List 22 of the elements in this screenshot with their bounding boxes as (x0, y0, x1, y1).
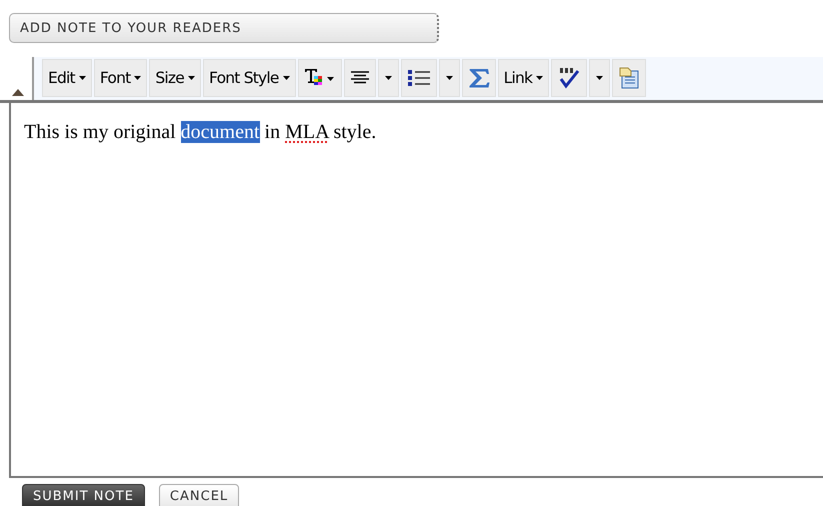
spellcheck-icon[interactable] (551, 59, 588, 97)
caret-icon (282, 76, 290, 80)
submit-button[interactable]: SUBMIT NOTE (22, 484, 145, 506)
toolbar-menu[interactable]: Link (498, 59, 550, 97)
toolbar-menu[interactable]: Edit (42, 59, 92, 97)
toolbar-menu[interactable]: Size (149, 59, 202, 97)
toolbar-menu[interactable]: Font (94, 59, 148, 97)
editor-text: This is my original document in MLA style. (23, 120, 378, 144)
collapse-toggle-icon[interactable] (12, 89, 24, 96)
caret-icon (188, 76, 196, 80)
cancel-button[interactable]: CANCEL (158, 484, 240, 506)
editor-area[interactable]: This is my original document in MLA style. (9, 103, 823, 478)
caret-icon (536, 76, 544, 80)
text-color-icon[interactable] (298, 59, 342, 97)
align-center-icon[interactable] (344, 59, 376, 97)
caret-icon (134, 76, 142, 80)
clipboard-icon[interactable] (612, 59, 646, 97)
caret-icon (78, 76, 86, 80)
add-note-button[interactable]: ADD NOTE TO YOUR READERS (9, 13, 439, 43)
sigma-icon[interactable] (462, 59, 496, 97)
toolbar-menu[interactable]: Font Style (203, 59, 296, 97)
bullet-list-icon[interactable] (400, 59, 437, 97)
